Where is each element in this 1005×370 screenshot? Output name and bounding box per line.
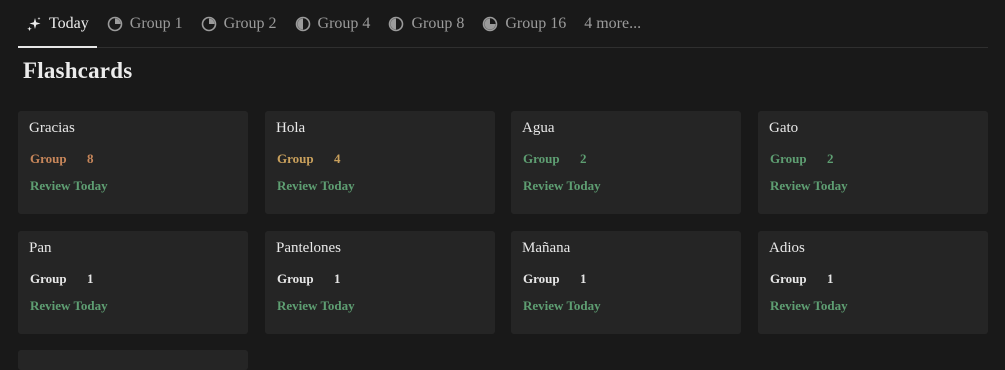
tab-group-16[interactable]: Group 16 <box>474 0 574 47</box>
group-value: 8 <box>87 151 94 166</box>
group-property: Group 1 <box>30 271 94 287</box>
pie-quarter-icon <box>107 16 123 32</box>
flashcard[interactable]: Mañana Group 1 Review Today <box>511 231 741 334</box>
group-label: Group <box>30 151 67 166</box>
group-value: 4 <box>334 151 341 166</box>
group-property: Group 8 <box>30 151 94 167</box>
card-name: Pan <box>29 240 52 256</box>
group-value: 1 <box>87 271 94 286</box>
pie-quarter-icon <box>201 16 217 32</box>
tab-more[interactable]: 4 more... <box>576 0 649 47</box>
review-status: Review Today <box>770 178 848 193</box>
group-property: Group 2 <box>523 151 587 167</box>
flashcard-partial[interactable] <box>18 350 248 370</box>
pie-half-icon <box>295 16 311 32</box>
pie-three-quarter-icon <box>482 16 498 32</box>
review-status: Review Today <box>770 298 848 313</box>
tab-group-1[interactable]: Group 1 <box>99 0 191 47</box>
card-name: Gracias <box>29 120 75 136</box>
group-label: Group <box>770 271 807 286</box>
tab-label: Group 4 <box>317 14 371 32</box>
flashcard[interactable]: Pan Group 1 Review Today <box>18 231 248 334</box>
tab-label: Group 1 <box>129 14 183 32</box>
group-label: Group <box>523 271 560 286</box>
tab-group-2[interactable]: Group 2 <box>193 0 285 47</box>
review-status: Review Today <box>277 178 355 193</box>
tab-today[interactable]: Today <box>18 0 97 48</box>
group-label: Group <box>770 151 807 166</box>
card-name: Gato <box>769 120 799 136</box>
tab-label: Group 8 <box>411 14 465 32</box>
group-property: Group 1 <box>523 271 587 287</box>
review-status: Review Today <box>30 298 108 313</box>
group-property: Group 1 <box>277 271 341 287</box>
card-name: Hola <box>276 120 306 136</box>
group-label: Group <box>277 271 314 286</box>
card-name: Pantelones <box>276 240 341 256</box>
group-property: Group 4 <box>277 151 341 167</box>
review-status: Review Today <box>277 298 355 313</box>
group-value: 2 <box>580 151 587 166</box>
group-property: Group 2 <box>770 151 834 167</box>
group-label: Group <box>277 151 314 166</box>
group-value: 1 <box>827 271 834 286</box>
view-tabs: Today Group 1 Group 2 Group 4 Group 8 Gr… <box>18 0 988 48</box>
sparkles-icon <box>26 16 42 32</box>
group-property: Group 1 <box>770 271 834 287</box>
tab-label: Today <box>49 14 89 32</box>
flashcard[interactable]: Agua Group 2 Review Today <box>511 111 741 214</box>
page-title: Flashcards <box>23 58 133 83</box>
card-name: Adios <box>769 240 805 256</box>
group-label: Group <box>523 151 560 166</box>
review-status: Review Today <box>523 298 601 313</box>
group-value: 1 <box>580 271 587 286</box>
flashcard[interactable]: Gracias Group 8 Review Today <box>18 111 248 214</box>
tab-group-8[interactable]: Group 8 <box>380 0 472 47</box>
tab-label: Group 2 <box>223 14 277 32</box>
tab-label: Group 16 <box>505 14 567 32</box>
group-value: 2 <box>827 151 834 166</box>
tab-label: 4 more... <box>584 14 642 32</box>
card-name: Agua <box>522 120 555 136</box>
group-label: Group <box>30 271 67 286</box>
review-status: Review Today <box>523 178 601 193</box>
flashcard[interactable]: Gato Group 2 Review Today <box>758 111 988 214</box>
card-name: Mañana <box>522 240 571 256</box>
flashcard[interactable]: Hola Group 4 Review Today <box>265 111 495 214</box>
group-value: 1 <box>334 271 341 286</box>
flashcard[interactable]: Adios Group 1 Review Today <box>758 231 988 334</box>
pie-half-icon <box>388 16 404 32</box>
flashcard[interactable]: Pantelones Group 1 Review Today <box>265 231 495 334</box>
tab-group-4[interactable]: Group 4 <box>287 0 379 47</box>
review-status: Review Today <box>30 178 108 193</box>
